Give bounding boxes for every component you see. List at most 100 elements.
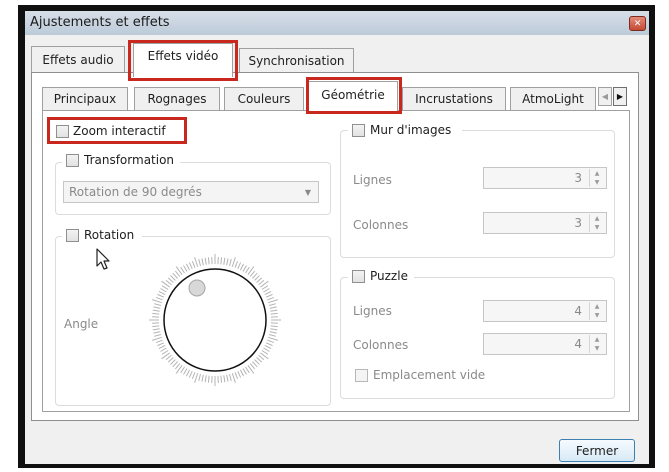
wall-cols-spinbox[interactable]: 3 ▲ ▼ — [483, 212, 607, 234]
dial-tick — [188, 370, 193, 378]
dial-tick — [174, 270, 181, 277]
dial-tick — [152, 336, 162, 341]
tab-scroll-left-button[interactable]: ◀ — [598, 87, 612, 106]
dial-tick — [158, 290, 166, 296]
highlight-effets-video — [128, 40, 238, 81]
dial-tick — [207, 257, 210, 265]
tab-label: Principaux — [53, 92, 117, 106]
dial-tick — [270, 325, 278, 328]
tab-rognages[interactable]: Rognages — [134, 87, 220, 110]
dial-tick — [167, 277, 174, 283]
wall-rows-label: Lignes — [353, 173, 392, 187]
dial-tick — [269, 331, 277, 334]
dial-tick — [161, 285, 169, 290]
spin-up-icon[interactable]: ▲ — [590, 335, 604, 344]
dial-tick — [152, 312, 160, 315]
rotation-checkbox[interactable] — [66, 229, 79, 242]
dial-tick — [185, 369, 191, 377]
puzzle-cols-spinbox[interactable]: 4 ▲ ▼ — [483, 333, 607, 355]
spin-buttons: ▲ ▼ — [589, 169, 604, 187]
dial-tick — [237, 262, 242, 270]
tab-couleurs[interactable]: Couleurs — [224, 87, 304, 110]
spin-down-icon[interactable]: ▼ — [590, 311, 604, 320]
wall-rows-value: 3 — [574, 171, 582, 185]
dial-tick — [170, 359, 176, 365]
dial-tick — [258, 354, 265, 361]
dial-tick — [180, 266, 185, 274]
dial-tick — [249, 270, 256, 277]
highlight-zoom — [47, 117, 187, 144]
dial-tick — [165, 354, 172, 361]
dial-tick — [231, 373, 236, 383]
transformation-checkbox[interactable] — [66, 154, 79, 167]
dial-tick — [153, 306, 161, 309]
puzzle-checkbox[interactable] — [352, 270, 365, 283]
dial-tick — [160, 347, 167, 352]
transformation-select[interactable]: Rotation de 90 degrés ▼ — [63, 181, 319, 203]
dial-tick — [229, 373, 232, 381]
dial-tick — [207, 375, 210, 383]
dial-tick — [261, 285, 269, 290]
spin-up-icon[interactable]: ▲ — [590, 214, 604, 223]
tab-effets-audio[interactable]: Effets audio — [31, 46, 125, 72]
dial-tick — [152, 325, 160, 328]
tab-incrustations[interactable]: Incrustations — [402, 87, 506, 110]
dial-tick — [223, 375, 226, 383]
angle-dial[interactable] — [145, 250, 285, 390]
highlight-geometrie — [306, 77, 402, 114]
dial-tick — [252, 272, 258, 279]
empty-slot-checkbox[interactable] — [355, 369, 368, 382]
close-button[interactable]: Fermer — [559, 439, 635, 462]
dial-tick — [269, 306, 277, 309]
image-wall-group — [340, 130, 615, 258]
dial-tick — [194, 373, 199, 383]
dial-tick — [204, 375, 207, 383]
dial-tick — [198, 373, 201, 381]
spin-down-icon[interactable]: ▼ — [590, 344, 604, 353]
dial-tick — [180, 366, 185, 374]
puzzle-rows-spinbox[interactable]: 4 ▲ ▼ — [483, 300, 607, 322]
dial-tick — [242, 265, 247, 272]
dial-tick — [183, 265, 188, 272]
dial-tick — [170, 275, 176, 281]
arrow-left-icon: ◀ — [601, 92, 609, 101]
window-close-button[interactable]: ✕ — [629, 16, 646, 31]
dial-tick — [157, 293, 165, 298]
tab-label: Synchronisation — [248, 54, 345, 68]
spin-buttons: ▲ ▼ — [589, 302, 604, 320]
dial-tick — [152, 299, 162, 304]
close-button-label: Fermer — [575, 443, 619, 458]
arrow-right-icon: ▶ — [616, 92, 624, 101]
tab-synchronisation[interactable]: Synchronisation — [239, 48, 354, 73]
tab-atmolight[interactable]: AtmoLight — [510, 87, 596, 110]
spin-down-icon[interactable]: ▼ — [590, 223, 604, 232]
dial-tick — [188, 262, 193, 270]
spin-up-icon[interactable]: ▲ — [590, 169, 604, 178]
transformation-label: Transformation — [84, 153, 175, 167]
tab-principaux[interactable]: Principaux — [42, 87, 128, 110]
dial-tick — [156, 296, 163, 301]
dial-tick — [154, 303, 162, 306]
dial-tick — [263, 288, 270, 293]
spin-buttons: ▲ ▼ — [589, 335, 604, 353]
rotation-label: Rotation — [84, 228, 135, 242]
image-wall-checkbox[interactable] — [352, 124, 365, 137]
dial-tick — [270, 312, 278, 315]
transformation-select-value: Rotation de 90 degrés — [69, 185, 202, 199]
dial-tick — [156, 339, 163, 344]
spin-buttons: ▲ ▼ — [589, 214, 604, 232]
spin-up-icon[interactable]: ▲ — [590, 302, 604, 311]
tab-label: Rognages — [147, 92, 207, 106]
dial-tick — [268, 336, 278, 341]
spin-down-icon[interactable]: ▼ — [590, 178, 604, 187]
wall-rows-spinbox[interactable]: 3 ▲ ▼ — [483, 167, 607, 189]
dial-knob[interactable] — [188, 279, 206, 297]
dial-tick — [167, 357, 174, 363]
dial-tick — [220, 375, 223, 383]
puzzle-rows-label: Lignes — [353, 304, 392, 318]
dial-tick — [154, 334, 162, 337]
dial-tick — [267, 296, 274, 301]
empty-slot-label: Emplacement vide — [373, 368, 486, 382]
dial-tick — [239, 369, 245, 377]
tab-scroll-right-button[interactable]: ▶ — [613, 87, 627, 106]
